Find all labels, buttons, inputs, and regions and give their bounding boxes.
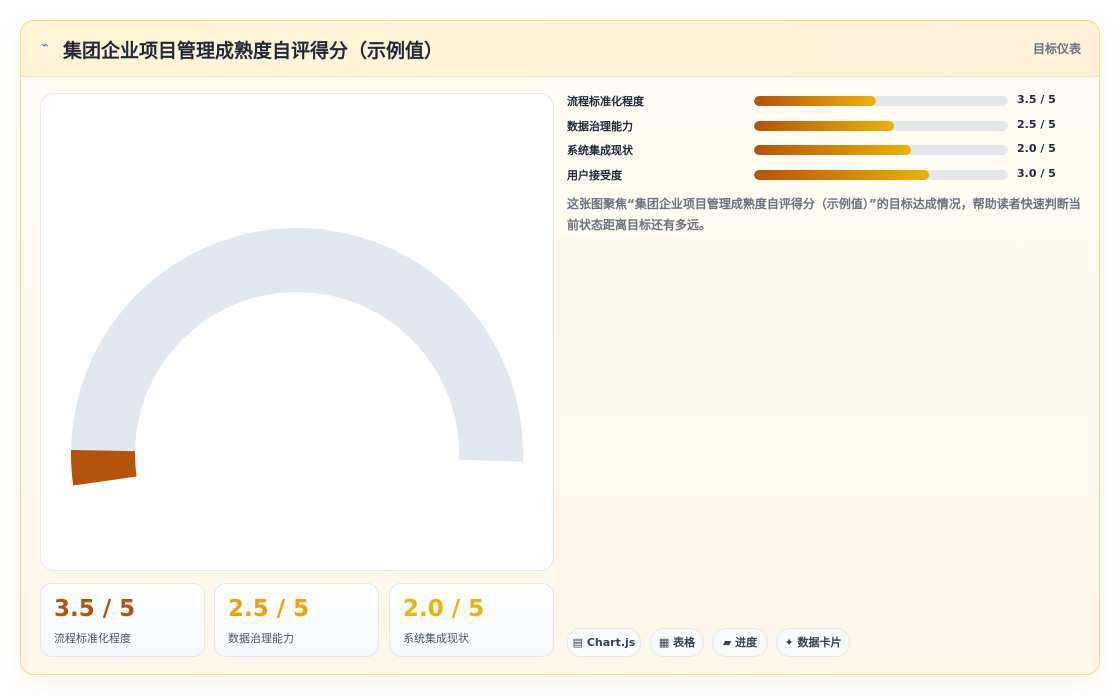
progress-row: 数据治理能力 2.5 / 5 bbox=[567, 118, 1087, 143]
progress-track bbox=[754, 96, 1008, 106]
dashboard-card: ⌁ 集团企业项目管理成熟度自评得分（示例值） 目标仪表 3.5 / 5 流程标准… bbox=[20, 20, 1100, 675]
chart-type-label: 目标仪表 bbox=[1032, 42, 1081, 56]
table-chip[interactable]: ▦ 表格 bbox=[650, 628, 704, 657]
kpi-value: 3.5 / 5 bbox=[54, 596, 136, 622]
progress-list: 流程标准化程度 3.5 / 5 数据治理能力 2.5 / 5 系统集成现状 2.… bbox=[567, 93, 1087, 191]
page-title: 集团企业项目管理成熟度自评得分（示例值） bbox=[63, 40, 444, 62]
progress-row: 系统集成现状 2.0 / 5 bbox=[567, 142, 1087, 167]
progress-fill bbox=[754, 96, 876, 106]
kpi-card-system-integration: 2.0 / 5 系统集成现状 bbox=[389, 583, 554, 657]
progress-label: 系统集成现状 bbox=[567, 144, 633, 158]
progress-row: 用户接受度 3.0 / 5 bbox=[567, 167, 1087, 192]
gauge-value-arc bbox=[71, 450, 137, 486]
data-card-chip[interactable]: ✦ 数据卡片 bbox=[776, 628, 850, 657]
progress-track bbox=[754, 169, 1008, 180]
progress-score: 3.5 / 5 bbox=[1017, 93, 1056, 106]
progress-fill bbox=[754, 120, 894, 131]
chart-description: 这张图聚焦“集团企业项目管理成熟度自评得分（示例值）”的目标达成情况，帮助读者快… bbox=[567, 197, 1081, 232]
progress-track bbox=[754, 145, 1008, 156]
chart-js-chip[interactable]: ▤ Chart.js bbox=[567, 628, 641, 657]
progress-row: 流程标准化程度 3.5 / 5 bbox=[567, 93, 1087, 118]
progress-score: 3.0 / 5 bbox=[1017, 166, 1056, 180]
progress-label: 数据治理能力 bbox=[567, 119, 633, 133]
progress-chip[interactable]: ▰ 进度 bbox=[712, 628, 768, 657]
progress-track bbox=[754, 120, 1008, 131]
kpi-label: 系统集成现状 bbox=[403, 632, 469, 645]
kpi-card-data-governance: 2.5 / 5 数据治理能力 bbox=[214, 583, 379, 657]
progress-fill bbox=[754, 145, 912, 156]
gauge-chart bbox=[71, 228, 523, 486]
chart-icon: ⌁ bbox=[41, 38, 49, 53]
gauge-track bbox=[71, 228, 523, 486]
kpi-card-process: 3.5 / 5 流程标准化程度 bbox=[40, 583, 205, 657]
progress-score: 2.5 / 5 bbox=[1017, 117, 1056, 131]
kpi-value: 2.0 / 5 bbox=[403, 596, 485, 622]
progress-score: 2.0 / 5 bbox=[1017, 142, 1056, 156]
kpi-label: 流程标准化程度 bbox=[54, 632, 131, 645]
progress-fill bbox=[754, 169, 930, 180]
kpi-value: 2.5 / 5 bbox=[228, 596, 310, 622]
kpi-label: 数据治理能力 bbox=[228, 632, 294, 645]
progress-label: 流程标准化程度 bbox=[567, 95, 644, 108]
card-header: ⌁ 集团企业项目管理成熟度自评得分（示例值） 目标仪表 bbox=[21, 21, 1099, 77]
progress-label: 用户接受度 bbox=[567, 168, 622, 182]
gauge-panel bbox=[40, 93, 554, 571]
